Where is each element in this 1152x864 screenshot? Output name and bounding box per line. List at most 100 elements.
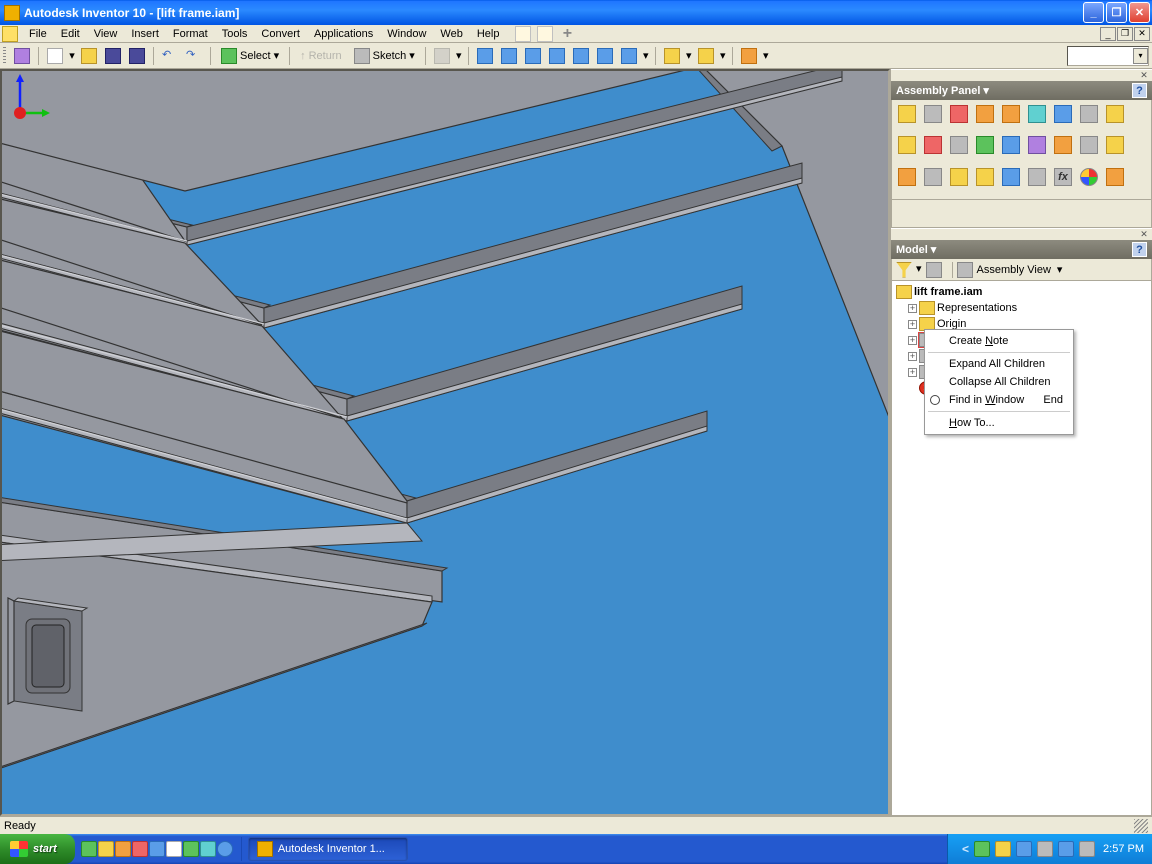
ctx-expand-all-children[interactable]: Expand All Children — [927, 355, 1071, 373]
3d-viewport[interactable] — [0, 69, 890, 816]
model-view-label[interactable]: Assembly View — [977, 264, 1051, 276]
tray-icon-1[interactable] — [974, 841, 990, 857]
sketch-button[interactable]: Sketch ▾ — [349, 45, 420, 67]
mirror-component-icon[interactable] — [976, 105, 994, 123]
constraint-icon[interactable] — [1054, 105, 1072, 123]
shade-dropdown[interactable]: ▾ — [685, 49, 693, 62]
section-view-icon[interactable] — [950, 136, 968, 154]
view-dropdown[interactable]: ▾ — [642, 49, 650, 62]
weldment-icon[interactable] — [950, 168, 968, 186]
ql-app8-icon[interactable] — [200, 841, 216, 857]
menu-applications[interactable]: Applications — [307, 26, 380, 42]
toolbar-grip[interactable] — [3, 47, 6, 65]
tray-expand-icon[interactable]: < — [962, 842, 969, 856]
tray-icon-5[interactable] — [1058, 841, 1074, 857]
mdi-restore-button[interactable]: ❐ — [1117, 27, 1133, 41]
analyze-button[interactable] — [738, 45, 760, 67]
menu-file[interactable]: File — [22, 26, 54, 42]
expand-icon[interactable]: + — [908, 320, 917, 329]
close-button[interactable]: ✕ — [1129, 2, 1150, 23]
create-component-icon[interactable] — [924, 105, 942, 123]
assembly-panel-header[interactable]: Assembly Panel ▾ ? — [891, 81, 1152, 100]
taskbar-app-button[interactable]: Autodesk Inventor 1... — [248, 837, 408, 861]
link-icon[interactable] — [11, 45, 33, 67]
model-panel-close[interactable]: ✕ — [1139, 230, 1149, 240]
mate-icon[interactable] — [1028, 168, 1046, 186]
tray-icon-3[interactable] — [1016, 841, 1032, 857]
sweep-icon[interactable] — [898, 168, 916, 186]
update-dropdown[interactable]: ▾ — [455, 49, 463, 62]
rotate-component-icon[interactable] — [924, 136, 942, 154]
extrude-icon[interactable] — [1054, 136, 1072, 154]
analyze-dropdown[interactable]: ▾ — [762, 49, 770, 62]
assembly-panel-close[interactable]: ✕ — [1139, 71, 1149, 81]
mdi-close-button[interactable]: ✕ — [1134, 27, 1150, 41]
ctx-collapse-all-children[interactable]: Collapse All Children — [927, 373, 1071, 391]
menu-view[interactable]: View — [87, 26, 125, 42]
work-plane-icon[interactable] — [976, 136, 994, 154]
save-button[interactable] — [102, 45, 124, 67]
parameters-icon[interactable] — [1106, 168, 1124, 186]
save2-button[interactable] — [126, 45, 148, 67]
new-dropdown[interactable]: ▾ — [68, 49, 76, 62]
ql-ie-icon[interactable] — [217, 841, 233, 857]
zoom-window-button[interactable] — [498, 45, 520, 67]
menu-convert[interactable]: Convert — [254, 26, 307, 42]
mdi-minimize-button[interactable]: _ — [1100, 27, 1116, 41]
tree-representations[interactable]: + Representations — [894, 300, 1149, 316]
menu-window[interactable]: Window — [380, 26, 433, 42]
expand-icon[interactable]: + — [908, 368, 917, 377]
create-imate-icon[interactable] — [1080, 168, 1098, 186]
move-component-icon[interactable] — [1106, 105, 1124, 123]
ctx-how-to[interactable]: How To... — [927, 414, 1071, 432]
help-topics-icon[interactable] — [515, 26, 531, 42]
resize-grip[interactable] — [1134, 819, 1148, 833]
fx-icon[interactable]: fx — [1054, 168, 1072, 186]
ctx-create-note[interactable]: Create Note — [927, 332, 1071, 350]
visual-syllabus-icon[interactable] — [537, 26, 553, 42]
plus-icon[interactable]: + — [559, 26, 575, 42]
select-button[interactable]: Select ▾ — [216, 45, 284, 67]
maximize-button[interactable]: ❐ — [1106, 2, 1127, 23]
revolve-icon[interactable] — [1106, 136, 1124, 154]
undo-button[interactable]: ↶ — [159, 45, 181, 67]
bolted-connection-icon[interactable] — [1028, 105, 1046, 123]
tray-clock[interactable]: 2:57 PM — [1103, 843, 1144, 855]
filter-icon[interactable] — [896, 262, 912, 278]
material-combo[interactable]: ▾ — [1067, 46, 1149, 66]
ql-app5-icon[interactable] — [149, 841, 165, 857]
open-button[interactable] — [78, 45, 100, 67]
filter-drop-icon[interactable]: ▾ — [916, 262, 922, 278]
model-browser-tree[interactable]: lift frame.iam + Representations + Origi… — [891, 281, 1152, 816]
component-dropdown[interactable]: ▾ — [719, 49, 727, 62]
update-button[interactable] — [431, 45, 453, 67]
replace-icon[interactable] — [1080, 105, 1098, 123]
copy-component-icon[interactable] — [1002, 105, 1020, 123]
pattern-component-icon[interactable] — [950, 105, 968, 123]
tree-root[interactable]: lift frame.iam — [894, 284, 1149, 300]
ql-app3-icon[interactable] — [115, 841, 131, 857]
tray-icon-4[interactable] — [1037, 841, 1053, 857]
ql-show-desktop-icon[interactable] — [81, 841, 97, 857]
assembly-panel-help-icon[interactable]: ? — [1132, 83, 1147, 98]
menu-insert[interactable]: Insert — [124, 26, 166, 42]
expand-icon[interactable]: + — [908, 352, 917, 361]
zoom-selected-button[interactable] — [570, 45, 592, 67]
zoom-all-button[interactable] — [474, 45, 496, 67]
place-constraint-icon[interactable] — [898, 136, 916, 154]
ctx-find-in-window[interactable]: Find in WindowEnd — [927, 391, 1071, 409]
return-button[interactable]: ↑ Return — [295, 45, 347, 67]
look-at-button[interactable] — [618, 45, 640, 67]
menu-format[interactable]: Format — [166, 26, 215, 42]
feature-icon[interactable] — [976, 168, 994, 186]
model-panel-header[interactable]: Model ▾ ? — [891, 240, 1152, 259]
menu-edit[interactable]: Edit — [54, 26, 87, 42]
redo-button[interactable]: ↷ — [183, 45, 205, 67]
ql-app4-icon[interactable] — [132, 841, 148, 857]
hole-icon[interactable] — [1080, 136, 1098, 154]
chamfer-icon[interactable] — [924, 168, 942, 186]
model-view-dropdown[interactable]: ▾ — [1057, 263, 1063, 276]
start-button[interactable]: start — [0, 834, 75, 864]
view-options-icon[interactable] — [957, 262, 973, 278]
zoom-button[interactable] — [522, 45, 544, 67]
